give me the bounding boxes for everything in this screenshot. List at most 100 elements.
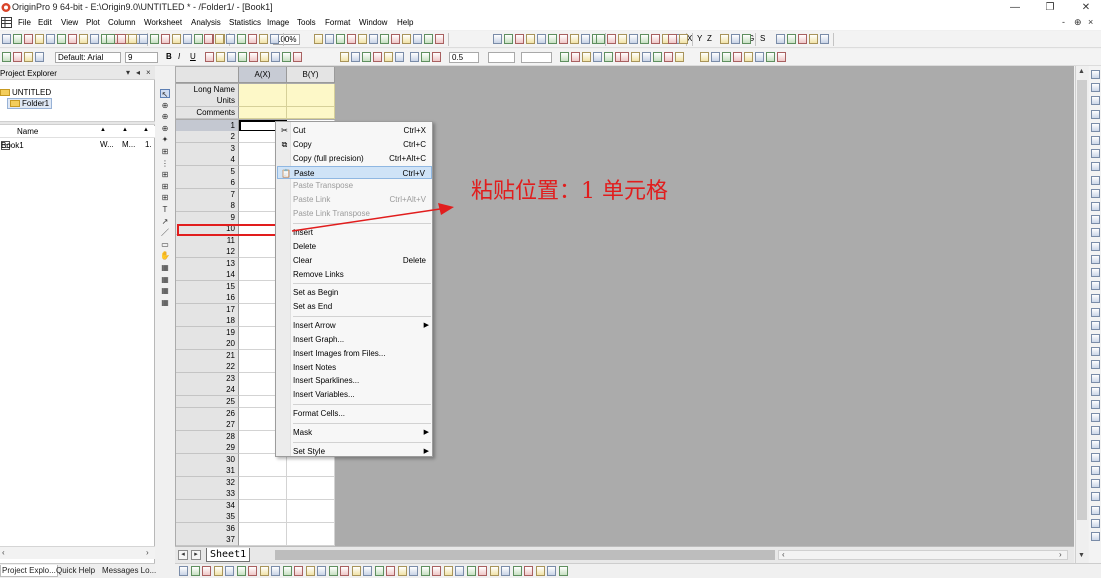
scroll-thumb[interactable] [1077,80,1087,520]
panel-autohide-icon[interactable]: ◂ [136,68,140,77]
row-header[interactable]: 29 [176,442,239,455]
toolbar-button[interactable] [620,52,629,62]
toolbar-button[interactable] [2,34,11,44]
toolbar-button[interactable] [305,566,315,576]
toolbar-button[interactable] [1091,452,1100,462]
toolbar-button[interactable] [582,52,591,62]
toolbar-button[interactable] [369,34,378,44]
row-header[interactable]: 20 [176,338,239,351]
data-cell[interactable] [239,476,287,489]
tab-sheet1[interactable]: Sheet1 [206,548,251,562]
toolbar-button[interactable] [653,52,662,62]
toolbar-button[interactable] [640,34,649,44]
toolbar-button[interactable] [293,52,302,62]
toolbar-button[interactable] [537,34,546,44]
menu-item-insert-images-from-files[interactable]: Insert Images from Files... [277,347,432,360]
data-cell[interactable] [287,534,335,546]
sheet-horizontal-scrollbar[interactable] [275,550,775,560]
menu-item-insert-variables[interactable]: Insert Variables... [277,388,432,401]
toolbar-button[interactable] [733,52,742,62]
toolbar-button[interactable] [1091,466,1100,475]
menu-item-set-as-end[interactable]: Set as End [277,300,432,313]
toolbar-button[interactable] [13,52,22,62]
toolbar-button[interactable] [1091,228,1100,238]
row-header[interactable]: 28 [176,430,239,443]
toolbar-button[interactable] [581,34,590,44]
toolbar-button[interactable] [559,34,568,44]
toolbar-button[interactable] [413,34,422,44]
scroll-left-icon[interactable]: ‹ [782,550,785,559]
toolbar-button[interactable] [1091,268,1100,277]
menu-item-set-style[interactable]: Set Style ▶ [277,445,432,458]
scroll-up-icon[interactable]: ▲ [1078,68,1085,75]
toolbar-button[interactable] [205,52,214,62]
arrow-tool-icon[interactable]: ↗ [160,217,170,226]
pattern-field[interactable] [521,52,552,63]
rectangle-tool-icon[interactable]: ▭ [160,240,170,249]
mdi-minimize-button[interactable]: - [1062,17,1065,27]
close-button[interactable]: ✕ [1079,1,1093,14]
row-header[interactable]: 3 [176,142,239,155]
row-header[interactable]: 25 [176,395,239,408]
toolbar-button[interactable] [179,566,188,576]
menu-view[interactable]: View [61,18,78,27]
zoom-in-tool-icon[interactable]: ⊕ [160,101,170,110]
column-header[interactable]: A(X) [239,67,287,83]
toolbar-button[interactable] [68,34,77,44]
mask-tool-icon[interactable]: ⊞ [160,182,170,191]
toolbar-button[interactable] [1091,400,1100,409]
menu-item-set-as-begin[interactable]: Set as Begin [277,286,432,299]
toolbar-button[interactable] [631,52,640,62]
tab-quick-help[interactable]: Quick Help [55,565,96,577]
menu-item-insert-arrow[interactable]: Insert Arrow ▶ [277,319,432,332]
row-header[interactable]: 23 [176,372,239,385]
toolbar-button[interactable] [215,34,224,44]
metadata-cell[interactable] [239,106,287,119]
toolbar-button[interactable] [282,52,291,62]
toolbar-button[interactable] [443,566,453,576]
toolbar-button[interactable] [1091,149,1100,159]
toolbar-button[interactable] [260,52,269,62]
tree-folder1[interactable]: Folder1 [7,98,53,109]
scale-tool-icon[interactable]: ⊕ [160,124,170,133]
toolbar-button[interactable] [314,34,323,44]
toolbar-button[interactable] [744,52,753,62]
toolbar-button[interactable] [1091,83,1100,93]
menu-column[interactable]: Column [108,18,136,27]
data-cell[interactable] [239,511,287,524]
toolbar-button[interactable] [35,52,44,62]
mdi-restore-button[interactable]: ⊕ [1074,17,1082,28]
toolbar-button[interactable] [1091,373,1100,383]
scroll-right-icon[interactable]: › [1059,550,1062,559]
font-name-field[interactable]: Default: Arial [55,52,121,63]
region-tool-icon[interactable]: ⊞ [160,170,170,179]
toolbar-button[interactable] [213,566,223,576]
data-cell[interactable] [287,522,335,535]
toolbar-button[interactable] [380,34,389,44]
workspace-vertical-scrollbar[interactable]: ▲ ▼ [1075,66,1088,563]
row-header[interactable]: 31 [176,465,239,478]
toolbar-button[interactable] [493,34,502,44]
toolbar-button[interactable] [787,34,796,44]
toolbar-button[interactable] [294,566,303,576]
toolbar-button[interactable] [489,566,499,576]
toolbar-button[interactable] [325,34,334,44]
column-sort-indicator[interactable]: ▲ [100,127,106,133]
toolbar-button[interactable] [128,34,137,44]
toolbar-button[interactable] [642,52,651,62]
toolbar-button[interactable] [1091,109,1100,119]
panel-close-icon[interactable]: × [146,68,151,77]
toolbar-button[interactable] [776,34,785,44]
toolbar-button[interactable] [204,34,213,44]
toolbar-button[interactable] [202,566,211,576]
toolbar-button[interactable] [742,34,751,44]
toolbar-button[interactable] [139,34,148,44]
toolbar-button[interactable] [117,34,126,44]
toolbar-button[interactable] [340,52,349,62]
toolbar-button[interactable] [1091,479,1100,489]
row-header[interactable]: 8 [176,200,239,213]
insert-table-icon[interactable]: ▦ [160,298,170,307]
toolbar-button[interactable] [317,566,326,576]
row-header[interactable]: 22 [176,361,239,374]
mdi-close-button[interactable]: × [1088,17,1093,27]
